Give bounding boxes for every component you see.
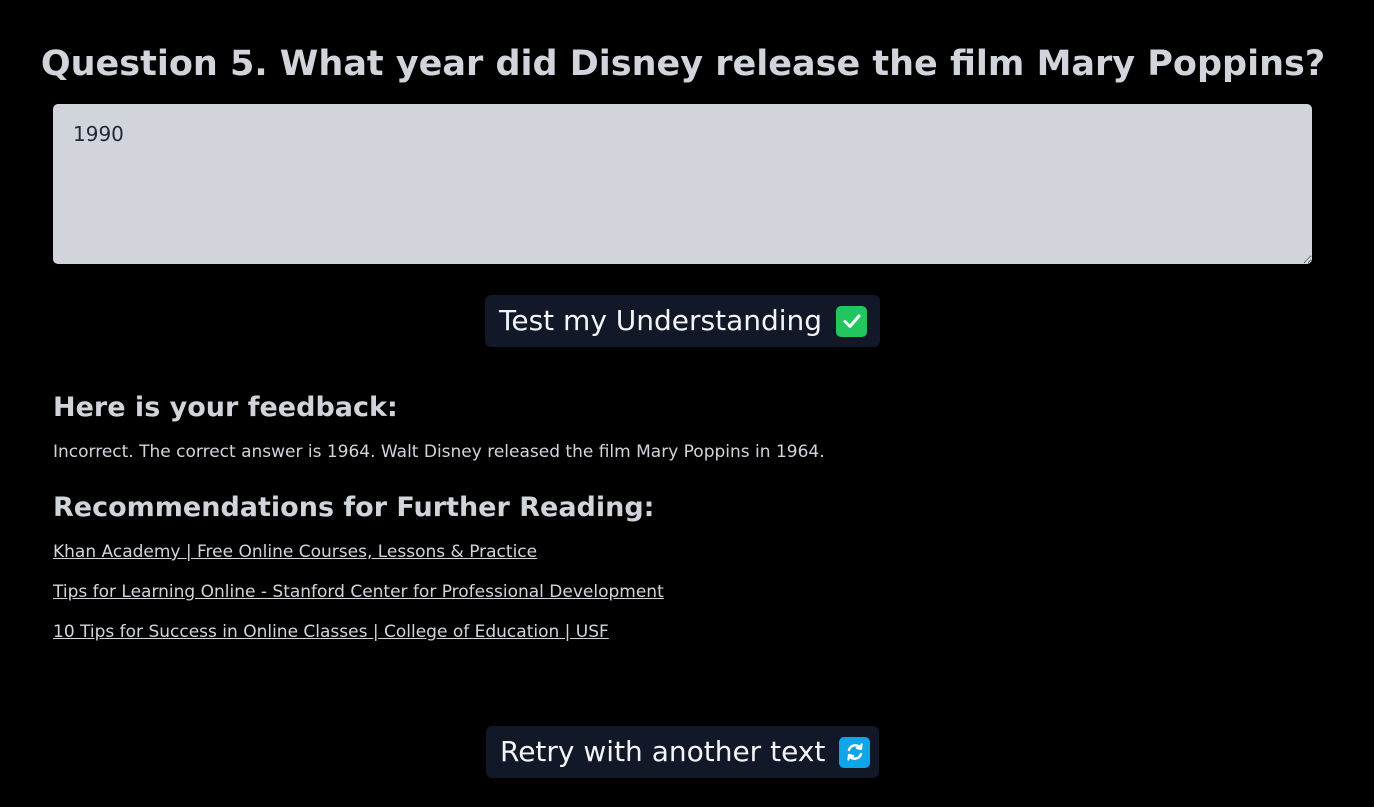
test-button-label: Test my Understanding [499,304,823,337]
feedback-text: Incorrect. The correct answer is 1964. W… [53,442,825,462]
repeat-arrows-icon [839,736,871,768]
recommendations-list: Khan Academy | Free Online Courses, Less… [53,539,664,659]
quiz-page: Question 5. What year did Disney release… [0,0,1374,807]
list-item: 10 Tips for Success in Online Classes | … [53,619,664,659]
check-mark-icon [836,305,868,337]
link-stanford-tips[interactable]: Tips for Learning Online - Stanford Cent… [53,582,664,602]
link-usf-tips[interactable]: 10 Tips for Success in Online Classes | … [53,622,609,642]
link-khan-academy[interactable]: Khan Academy | Free Online Courses, Less… [53,542,537,562]
question-title: Question 5. What year did Disney release… [40,44,1326,84]
list-item: Khan Academy | Free Online Courses, Less… [53,539,664,579]
recommendations-heading: Recommendations for Further Reading: [53,492,655,523]
retry-button[interactable]: Retry with another text [486,726,879,778]
test-understanding-button[interactable]: Test my Understanding [485,295,880,347]
list-item: Tips for Learning Online - Stanford Cent… [53,579,664,619]
feedback-heading: Here is your feedback: [53,392,398,423]
retry-button-label: Retry with another text [500,735,826,768]
answer-textarea[interactable] [53,104,1312,264]
